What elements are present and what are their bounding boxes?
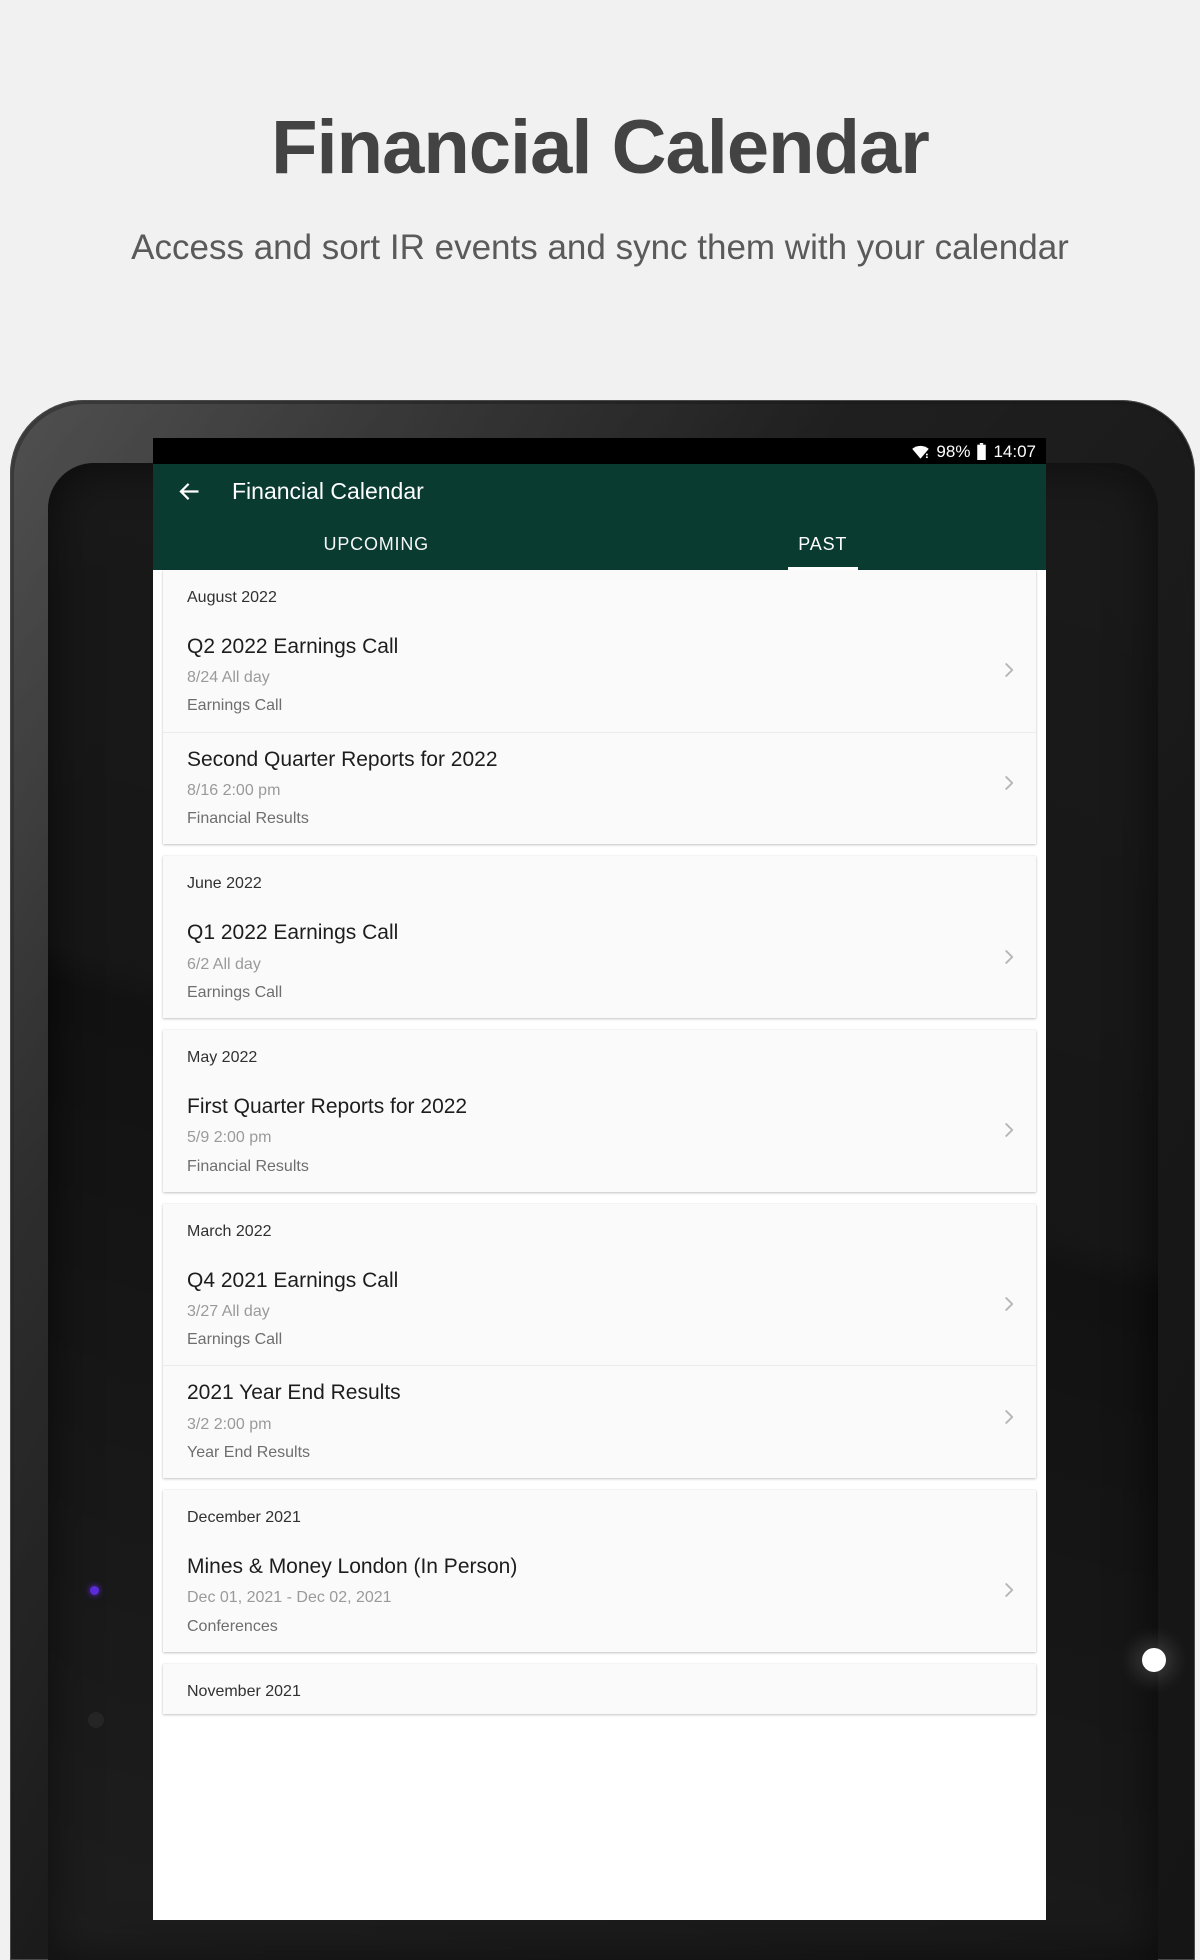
event-title: 2021 Year End Results bbox=[187, 1381, 401, 1405]
event-date: 8/16 2:00 pm bbox=[187, 781, 281, 799]
event-row[interactable]: Q2 2022 Earnings Call 8/24 All day Earning… bbox=[163, 620, 1036, 732]
event-title: Second Quarter Reports for 2022 bbox=[187, 747, 498, 771]
status-bar-clock: 14:07 bbox=[993, 441, 1036, 461]
phone-screen: 98% 14:07 Financial Calendar UPCOMING PA… bbox=[153, 438, 1046, 1920]
event-date: Dec 01, 2021 - Dec 02, 2021 bbox=[187, 1589, 392, 1607]
event-date: 3/2 2:00 pm bbox=[187, 1415, 272, 1433]
page-subtitle: Access and sort IR events and sync them … bbox=[131, 228, 1069, 267]
event-date: 3/27 All day bbox=[187, 1302, 270, 1320]
event-type: Earnings Call bbox=[187, 697, 283, 715]
month-group-card: March 2022 Q4 2021 Earnings Call 3/27 All … bbox=[163, 1203, 1036, 1479]
event-list[interactable]: August 2022 Q2 2022 Earnings Call 8/24 All… bbox=[153, 570, 1046, 1920]
month-label: December 2021 bbox=[187, 1509, 301, 1527]
event-row[interactable]: Q4 2021 Earnings Call 3/27 All day Earning… bbox=[163, 1254, 1036, 1366]
month-group-card: June 2022 Q1 2022 Earnings Call 6/2 All da… bbox=[163, 856, 1036, 1019]
event-type: Financial Results bbox=[187, 1157, 309, 1175]
event-row-body: Q4 2021 Earnings Call 3/27 All day Earning… bbox=[187, 1259, 984, 1350]
event-title: Q4 2021 Earnings Call bbox=[187, 1268, 399, 1292]
chevron-right-icon bbox=[1005, 1123, 1014, 1138]
tab-past[interactable]: PAST bbox=[600, 518, 1047, 570]
chevron-right-icon bbox=[1005, 663, 1014, 678]
chevron-right-icon bbox=[1005, 1409, 1014, 1424]
event-type: Conferences bbox=[187, 1617, 278, 1635]
event-row[interactable]: Second Quarter Reports for 2022 8/16 2:00… bbox=[163, 731, 1036, 845]
notification-led bbox=[90, 1586, 99, 1595]
wifi-icon bbox=[912, 445, 930, 459]
chevron-right-icon bbox=[1005, 1583, 1014, 1598]
month-label: August 2022 bbox=[187, 589, 277, 606]
month-label: June 2022 bbox=[187, 875, 262, 893]
event-title: Mines & Money London (In Person) bbox=[187, 1555, 518, 1579]
month-group-card: August 2022 Q2 2022 Earnings Call 8/24 All… bbox=[163, 570, 1036, 845]
event-title: First Quarter Reports for 2022 bbox=[187, 1095, 468, 1119]
event-date: 8/24 All day bbox=[187, 669, 270, 687]
event-row-body: First Quarter Reports for 2022 5/9 2:00 p… bbox=[187, 1085, 984, 1176]
event-type: Earnings Call bbox=[187, 1331, 283, 1349]
promo-header: Financial Calendar Access and sort IR ev… bbox=[0, 0, 1200, 267]
app-bar-title: Financial Calendar bbox=[232, 477, 424, 504]
status-bar: 98% 14:07 bbox=[153, 438, 1046, 464]
event-row-body: 2021 Year End Results 3/2 2:00 pm Year End… bbox=[187, 1371, 984, 1462]
proximity-sensor bbox=[88, 1712, 104, 1728]
tab-upcoming[interactable]: UPCOMING bbox=[153, 518, 600, 570]
tab-bar: UPCOMING PAST bbox=[153, 518, 1046, 570]
chevron-right-icon bbox=[1005, 776, 1014, 790]
month-label: March 2022 bbox=[187, 1222, 272, 1240]
event-row-body: Q2 2022 Earnings Call 8/24 All day Earning… bbox=[187, 625, 984, 716]
event-title: Q2 2022 Earnings Call bbox=[187, 635, 399, 658]
battery-icon bbox=[977, 442, 987, 460]
month-group-card: December 2021 Mines & Money London (In Pe… bbox=[163, 1490, 1036, 1652]
home-button[interactable] bbox=[1142, 1648, 1166, 1672]
event-row[interactable]: Mines & Money London (In Person) Dec 01, … bbox=[163, 1540, 1036, 1652]
event-date: 6/2 All day bbox=[187, 955, 261, 973]
app-bar: Financial Calendar bbox=[153, 464, 1046, 518]
event-date: 5/9 2:00 pm bbox=[187, 1129, 272, 1147]
event-title: Q1 2022 Earnings Call bbox=[187, 921, 399, 945]
event-type: Year End Results bbox=[187, 1443, 311, 1461]
month-label: November 2021 bbox=[187, 1682, 301, 1700]
back-arrow-icon[interactable] bbox=[176, 478, 203, 505]
event-row-body: Mines & Money London (In Person) Dec 01, … bbox=[187, 1545, 984, 1636]
page-title: Financial Calendar bbox=[271, 105, 930, 190]
chevron-right-icon bbox=[1005, 949, 1014, 964]
event-row[interactable]: Q1 2022 Earnings Call 6/2 All day Earnings… bbox=[163, 906, 1036, 1018]
chevron-right-icon bbox=[1005, 1297, 1014, 1311]
month-label: May 2022 bbox=[187, 1049, 258, 1067]
month-group-card: November 2021 bbox=[163, 1663, 1036, 1714]
event-type: Earnings Call bbox=[187, 983, 283, 1001]
event-row[interactable]: First Quarter Reports for 2022 5/9 2:00 p… bbox=[163, 1080, 1036, 1192]
event-type: Financial Results bbox=[187, 810, 309, 828]
event-row[interactable]: 2021 Year End Results 3/2 2:00 pm Year End… bbox=[163, 1365, 1036, 1478]
battery-percent: 98% bbox=[936, 441, 971, 461]
month-group-card: May 2022 First Quarter Reports for 2022 5/… bbox=[163, 1030, 1036, 1192]
event-row-body: Second Quarter Reports for 2022 8/16 2:00… bbox=[187, 738, 984, 829]
event-row-body: Q1 2022 Earnings Call 6/2 All day Earnings… bbox=[187, 911, 984, 1002]
